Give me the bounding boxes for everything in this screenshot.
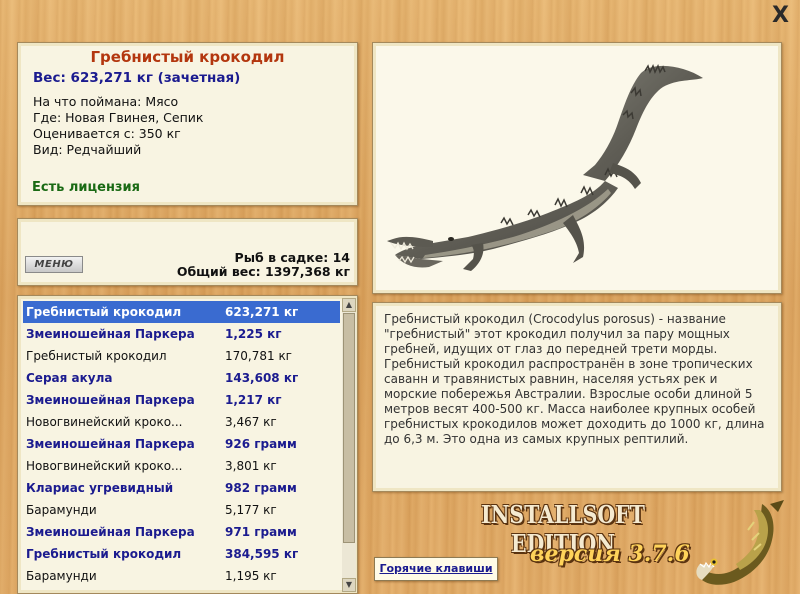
catch-list-row[interactable]: Змеиношейная Паркера 1,217 кг — [23, 389, 340, 411]
rarity-label: Вид: Редчайший — [33, 142, 142, 157]
catch-row-weight: 1,217 кг — [225, 393, 282, 407]
catch-list-row[interactable]: Серая акула 143,608 кг — [23, 367, 340, 389]
version-label: версия 3.7.6 — [530, 541, 690, 567]
total-weight: Общий вес: 1397,368 кг — [176, 264, 350, 279]
catch-list-row[interactable]: Змеиношейная Паркера 971 грамм — [23, 521, 340, 543]
catch-row-name: Новогвинейский кроко... — [26, 415, 183, 429]
fish-count: Рыб в садке: 14 — [234, 250, 350, 265]
catch-row-weight: 3,467 кг — [225, 415, 277, 429]
catch-row-name: Новогвинейский кроко... — [26, 459, 183, 473]
catch-row-weight: 1,225 кг — [225, 327, 282, 341]
catch-list-row[interactable]: Клариас угревидный 982 грамм — [23, 477, 340, 499]
scrollbar[interactable]: ▲ ▼ — [342, 298, 356, 592]
catch-list-row[interactable]: Змеиношейная Паркера 1,225 кг — [23, 323, 340, 345]
scroll-down-arrow-icon[interactable]: ▼ — [342, 578, 356, 592]
catch-list-row[interactable]: Новогвинейский кроко... 3,801 кг — [23, 455, 340, 477]
catch-row-weight: 623,271 кг — [225, 305, 299, 319]
catch-list-row[interactable]: Барамунди 5,177 кг — [23, 499, 340, 521]
scroll-thumb[interactable] — [343, 313, 355, 543]
catch-list-row[interactable]: Гребнистый крокодил 384,595 кг — [23, 543, 340, 565]
catch-row-name: Серая акула — [26, 371, 113, 385]
catch-row-name: Змеиношейная Паркера — [26, 393, 195, 407]
catch-row-weight: 926 грамм — [225, 437, 297, 451]
valued-label: Оценивается с: 350 кг — [33, 126, 181, 141]
catch-row-name: Клариас угревидный — [26, 481, 174, 495]
description-panel: Гребнистый крокодил (Crocodylus porosus)… — [372, 302, 782, 492]
catch-row-weight: 5,177 кг — [225, 503, 277, 517]
close-button[interactable]: X — [772, 3, 789, 28]
catch-row-weight: 3,801 кг — [225, 459, 277, 473]
bait-label: На что поймана: Мясо — [33, 94, 179, 109]
catch-row-name: Змеиношейная Паркера — [26, 327, 195, 341]
catch-list-row[interactable]: Змеиношейная Паркера 926 грамм — [23, 433, 340, 455]
catch-row-name: Змеиношейная Паркера — [26, 525, 195, 539]
catch-title: Гребнистый крокодил — [90, 48, 285, 66]
hotkeys-button[interactable]: Горячие клавиши — [374, 557, 498, 581]
catch-row-name: Барамунди — [26, 503, 97, 517]
scroll-up-arrow-icon[interactable]: ▲ — [342, 298, 356, 312]
menu-button[interactable]: МЕНЮ — [25, 256, 83, 273]
catch-list-row[interactable]: Новогвинейский кроко... 3,467 кг — [23, 411, 340, 433]
catch-list-row[interactable]: Гребнистый крокодил 170,781 кг — [23, 345, 340, 367]
fish-description: Гребнистый крокодил (Crocodylus porosus)… — [384, 312, 765, 446]
catch-row-weight: 982 грамм — [225, 481, 297, 495]
catch-row-weight: 1,195 кг — [225, 569, 277, 583]
catch-weight: Вес: 623,271 кг (зачетная) — [33, 70, 241, 86]
catch-row-name: Гребнистый крокодил — [26, 349, 167, 363]
catch-info-panel: Гребнистый крокодил Вес: 623,271 кг (зач… — [17, 42, 358, 206]
catch-list-panel: Гребнистый крокодил 623,271 кг Змеиношейна… — [17, 295, 358, 594]
catch-list-row[interactable]: Гребнистый крокодил 623,271 кг — [23, 301, 340, 323]
catch-row-name: Змеиношейная Паркера — [26, 437, 195, 451]
fish-image-panel — [372, 42, 782, 294]
catch-row-weight: 384,595 кг — [225, 547, 299, 561]
catch-row-name: Барамунди — [26, 569, 97, 583]
catch-row-weight: 170,781 кг — [225, 349, 292, 363]
catch-row-weight: 971 грамм — [225, 525, 297, 539]
pike-fish-icon — [696, 500, 784, 585]
keepnet-stats-panel: МЕНЮ Рыб в садке: 14 Общий вес: 1397,368… — [17, 218, 358, 286]
location-label: Где: Новая Гвинея, Сепик — [33, 110, 204, 125]
catch-row-weight: 143,608 кг — [225, 371, 299, 385]
license-status: Есть лицензия — [32, 180, 140, 195]
catch-row-name: Гребнистый крокодил — [26, 305, 182, 319]
catch-list: Гребнистый крокодил 623,271 кг Змеиношейна… — [23, 301, 340, 587]
catch-row-name: Гребнистый крокодил — [26, 547, 182, 561]
catch-list-row[interactable]: Барамунди 1,195 кг — [23, 565, 340, 587]
crocodile-illustration — [387, 64, 703, 271]
